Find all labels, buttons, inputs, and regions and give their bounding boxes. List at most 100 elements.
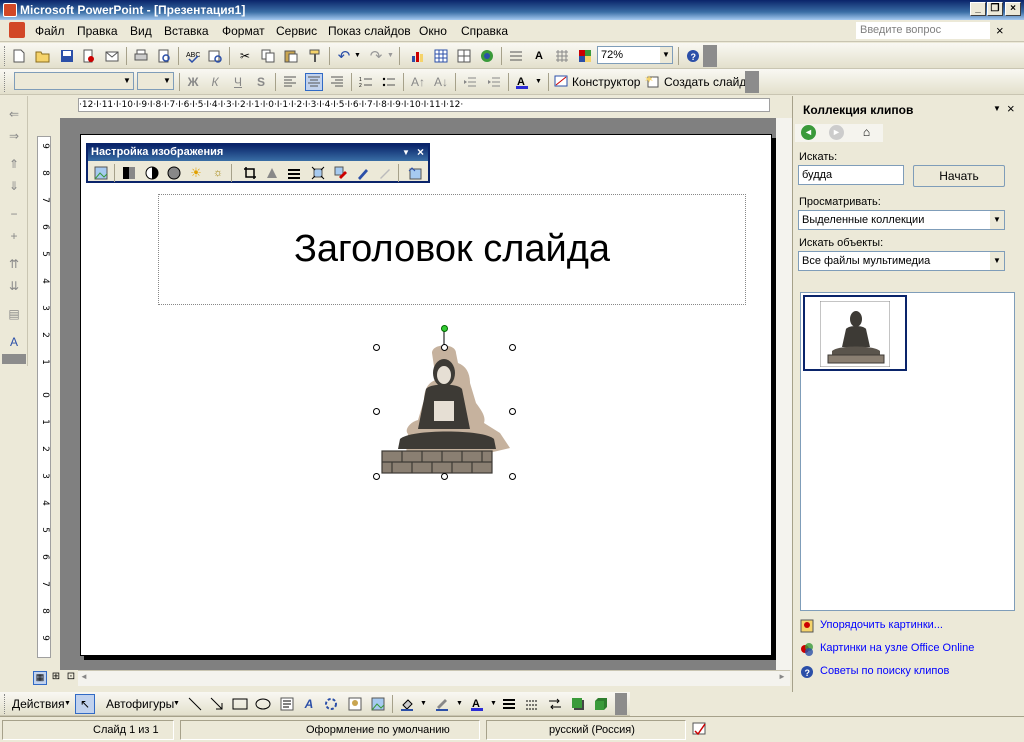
- paste-icon[interactable]: [282, 47, 300, 65]
- resize-handle[interactable]: [441, 344, 448, 351]
- slide-title[interactable]: Заголовок слайда: [159, 195, 745, 304]
- permission-icon[interactable]: [80, 47, 98, 65]
- menu-slideshow[interactable]: Показ слайдов: [328, 24, 411, 38]
- search-tips-link[interactable]: Советы по поиску клипов: [820, 665, 949, 677]
- promote-icon[interactable]: ⇐: [6, 106, 22, 122]
- task-pane-menu-icon[interactable]: ▼: [993, 104, 1001, 113]
- back-icon[interactable]: ◄: [801, 125, 816, 140]
- oval-icon[interactable]: [254, 695, 272, 713]
- spelling-icon[interactable]: ABC: [184, 47, 202, 65]
- demote-icon[interactable]: ⇒: [6, 128, 22, 144]
- picture-toolbar-title[interactable]: Настройка изображения ▼ ×: [88, 145, 428, 161]
- resize-handle[interactable]: [509, 408, 516, 415]
- open-icon[interactable]: [34, 47, 52, 65]
- vertical-ruler[interactable]: 9 8 7 6 5 4 3 2 1 0 1 2 3 4 5 6 7 8 9: [37, 136, 51, 658]
- new-slide-icon[interactable]: [645, 74, 659, 88]
- redo-dropdown-icon[interactable]: ▼: [387, 52, 394, 59]
- resize-handle[interactable]: [509, 473, 516, 480]
- rectangle-icon[interactable]: [231, 695, 249, 713]
- chevron-down-icon[interactable]: ▼: [173, 700, 180, 707]
- toolbar-options-icon[interactable]: [745, 71, 759, 93]
- decrease-indent-icon[interactable]: [461, 73, 479, 91]
- status-design[interactable]: Оформление по умолчанию: [180, 720, 480, 740]
- font-color-icon[interactable]: A: [468, 695, 486, 713]
- resize-handle[interactable]: [373, 408, 380, 415]
- undo-dropdown-icon[interactable]: ▼: [354, 52, 361, 59]
- more-contrast-icon[interactable]: [143, 164, 161, 181]
- toolbar-grip[interactable]: [4, 72, 7, 92]
- close-doc-icon[interactable]: ×: [996, 23, 1004, 38]
- numbering-icon[interactable]: 12: [357, 73, 375, 91]
- designer-icon[interactable]: [554, 74, 568, 88]
- home-icon[interactable]: ⌂: [859, 125, 874, 140]
- new-slide-button[interactable]: Создать слайд: [664, 75, 746, 89]
- toolbar-options-icon[interactable]: [615, 693, 627, 715]
- email-icon[interactable]: [103, 47, 121, 65]
- status-language[interactable]: русский (Россия): [486, 720, 686, 740]
- clip-results[interactable]: [800, 292, 1015, 611]
- move-down-icon[interactable]: ⇓: [6, 178, 22, 194]
- close-icon[interactable]: ×: [417, 145, 424, 160]
- insert-diagram-icon[interactable]: [478, 47, 496, 65]
- collapse-icon[interactable]: −: [6, 206, 22, 222]
- textbox-icon[interactable]: [278, 695, 296, 713]
- toolbar-options-icon[interactable]: [2, 354, 26, 364]
- less-brightness-icon[interactable]: ☼: [209, 164, 227, 181]
- insert-picture-icon[interactable]: [92, 164, 110, 181]
- title-placeholder[interactable]: Заголовок слайда: [158, 194, 746, 305]
- chevron-down-icon[interactable]: ▼: [990, 252, 1004, 270]
- line-style-icon[interactable]: [500, 695, 518, 713]
- forward-icon[interactable]: ►: [829, 125, 844, 140]
- show-grid-icon[interactable]: [553, 47, 571, 65]
- scroll-right-icon[interactable]: ►: [778, 672, 786, 681]
- actions-menu[interactable]: Действия: [12, 697, 65, 711]
- line-style-icon[interactable]: [285, 164, 303, 181]
- menu-window[interactable]: Окно: [419, 24, 447, 38]
- font-color-icon[interactable]: A: [513, 73, 531, 91]
- close-icon[interactable]: ×: [1007, 101, 1015, 116]
- line-icon[interactable]: [186, 695, 204, 713]
- wordart-icon[interactable]: A: [300, 695, 318, 713]
- menu-insert[interactable]: Вставка: [164, 24, 209, 38]
- bold-button[interactable]: Ж: [184, 73, 202, 91]
- font-size-select[interactable]: ▼: [137, 72, 174, 90]
- toolbar-grip[interactable]: [4, 694, 7, 714]
- 3d-style-icon[interactable]: [592, 695, 610, 713]
- menu-help[interactable]: Справка: [461, 24, 508, 38]
- close-window-button[interactable]: ×: [1005, 2, 1021, 16]
- new-icon[interactable]: [10, 47, 28, 65]
- clip-result-item[interactable]: [803, 295, 907, 371]
- horizontal-scrollbar[interactable]: ◄ ►: [78, 670, 790, 686]
- font-name-select[interactable]: ▼: [14, 72, 134, 90]
- normal-view-icon[interactable]: ▦: [33, 671, 47, 685]
- undo-icon[interactable]: ↶: [335, 47, 353, 65]
- insert-chart-icon[interactable]: [409, 47, 427, 65]
- search-input[interactable]: будда: [798, 165, 904, 185]
- set-transparent-color-icon[interactable]: [376, 164, 394, 181]
- format-painter-icon[interactable]: [306, 47, 324, 65]
- powerpoint-app-icon[interactable]: [3, 3, 17, 17]
- arrow-style-icon[interactable]: [546, 695, 564, 713]
- bullets-icon[interactable]: [380, 73, 398, 91]
- vertical-scrollbar[interactable]: [776, 118, 792, 670]
- compress-pictures-icon[interactable]: [309, 164, 327, 181]
- chevron-down-icon[interactable]: ▼: [121, 73, 133, 89]
- more-brightness-icon[interactable]: ☀: [187, 164, 205, 181]
- show-formatting-icon[interactable]: A: [530, 47, 548, 65]
- decrease-font-icon[interactable]: A↓: [432, 73, 450, 91]
- color-icon[interactable]: [120, 164, 138, 181]
- menu-view[interactable]: Вид: [130, 24, 152, 38]
- crop-icon[interactable]: [241, 164, 259, 181]
- menu-edit[interactable]: Правка: [77, 24, 118, 38]
- horizontal-ruler[interactable]: ·12·I·11·I·10·I·9·I·8·I·7·I·6·I·5·I·4·I·…: [78, 98, 770, 112]
- save-icon[interactable]: [58, 47, 76, 65]
- underline-button[interactable]: Ч: [229, 73, 247, 91]
- chevron-down-icon[interactable]: ▼: [161, 73, 173, 89]
- autoshapes-menu[interactable]: Автофигуры: [106, 697, 174, 711]
- resize-handle[interactable]: [509, 344, 516, 351]
- image-selection[interactable]: [373, 325, 516, 480]
- dash-style-icon[interactable]: [523, 695, 541, 713]
- diagram-icon[interactable]: [322, 695, 340, 713]
- menu-format[interactable]: Формат: [222, 24, 265, 38]
- search-go-button[interactable]: Начать: [913, 165, 1005, 187]
